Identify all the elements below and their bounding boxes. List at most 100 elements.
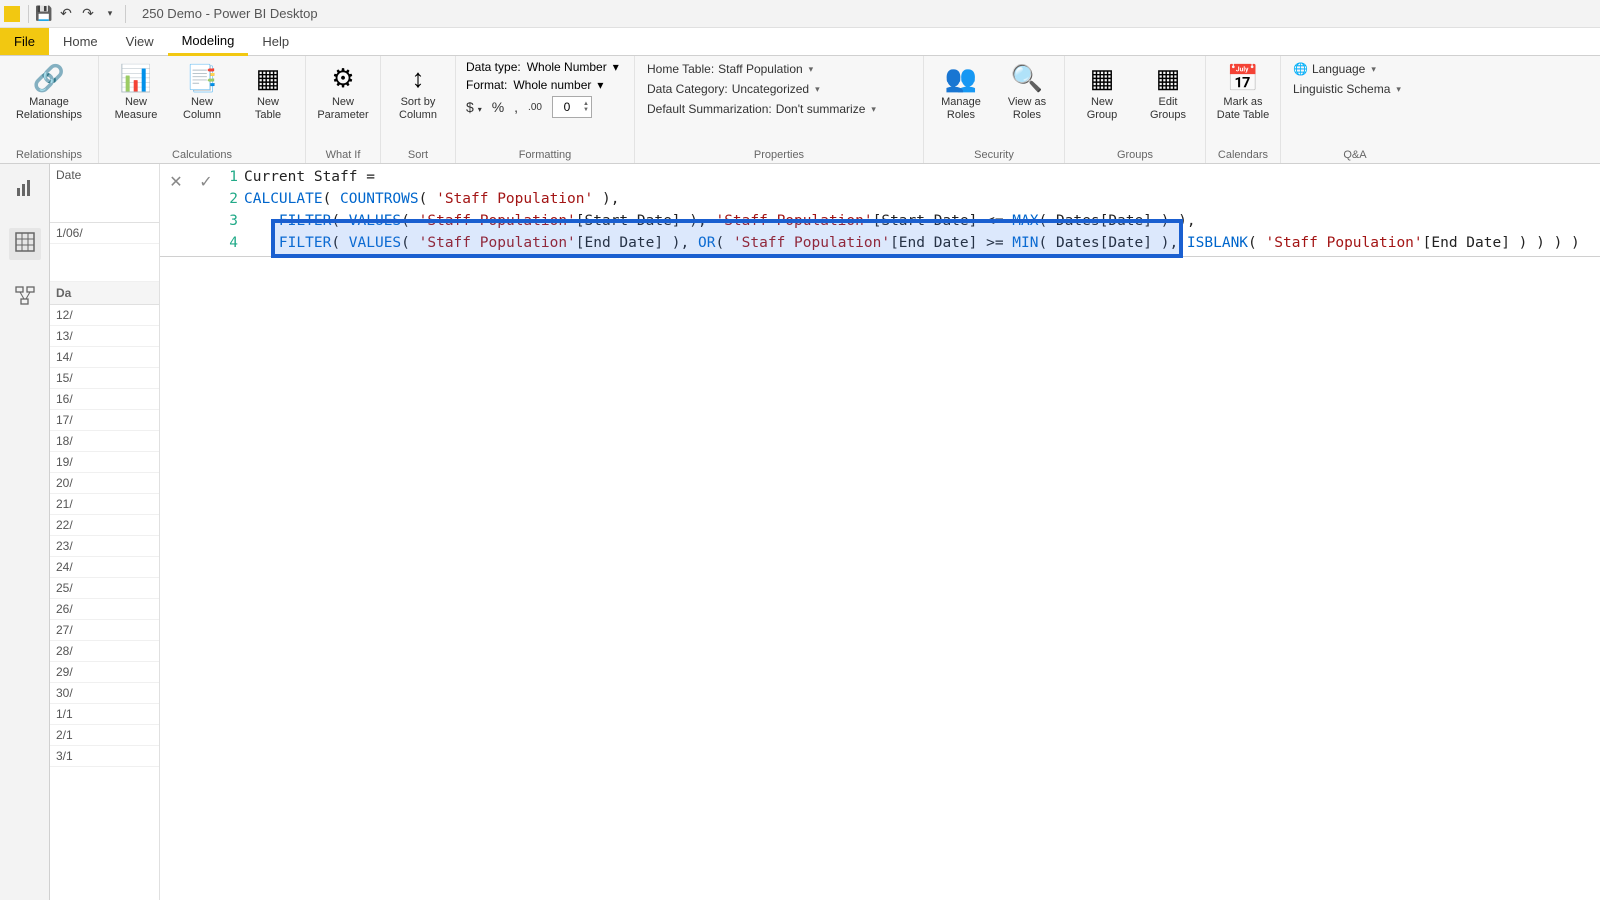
data-view-button[interactable]	[9, 228, 41, 260]
new-measure-button[interactable]: 📊 New Measure	[103, 58, 169, 121]
new-column-button[interactable]: 📑 New Column	[169, 58, 235, 121]
group-label: Relationships	[4, 147, 94, 163]
line-number: 1	[222, 166, 244, 188]
report-view-button[interactable]	[9, 174, 41, 206]
view-as-roles-button[interactable]: 🔍 View as Roles	[994, 58, 1060, 121]
dax-editor[interactable]: 1Current Staff =2CALCULATE( COUNTROWS( '…	[222, 164, 1600, 256]
globe-icon: 🌐	[1293, 62, 1308, 76]
model-view-button[interactable]	[9, 282, 41, 314]
content-area: Date 1/06/ Da 12/13/14/15/16/17/18/19/20…	[50, 164, 1600, 900]
relationships-icon: 🔗	[33, 62, 65, 94]
separator	[28, 5, 29, 23]
percent-button[interactable]: %	[492, 99, 504, 115]
table-row[interactable]: 21/	[50, 494, 159, 515]
manage-relationships-button[interactable]: 🔗 Manage Relationships	[4, 58, 94, 121]
group-formatting: Data type: Whole Number ▾ Format: Whole …	[456, 56, 635, 163]
new-group-button[interactable]: ▦ New Group	[1069, 58, 1135, 121]
new-group-icon: ▦	[1086, 62, 1118, 94]
table-row[interactable]: 29/	[50, 662, 159, 683]
stepper-arrows-icon[interactable]: ▲▼	[581, 101, 591, 113]
table-row[interactable]: 20/	[50, 473, 159, 494]
decimal-places-input[interactable]	[553, 100, 581, 114]
default-summarization-dropdown[interactable]: Default Summarization: Don't summarize ▾	[647, 102, 911, 116]
sort-by-column-button[interactable]: ↕ Sort by Column	[385, 58, 451, 121]
chevron-down-icon: ▾	[809, 64, 814, 75]
chart-icon	[15, 178, 35, 203]
group-label: Properties	[639, 147, 919, 163]
tab-modeling[interactable]: Modeling	[168, 28, 249, 56]
table-row[interactable]: 18/	[50, 431, 159, 452]
undo-icon[interactable]: ↶	[55, 3, 77, 25]
code-line[interactable]: CALCULATE( COUNTROWS( 'Staff Population'…	[244, 188, 1600, 210]
window-title: 250 Demo - Power BI Desktop	[142, 6, 318, 21]
code-line[interactable]: Current Staff =	[244, 166, 1600, 188]
cancel-formula-button[interactable]: ✕	[164, 170, 188, 194]
table-row[interactable]: 2/1	[50, 725, 159, 746]
group-groups: ▦ New Group ▦ Edit Groups Groups	[1065, 56, 1206, 163]
data-category-dropdown[interactable]: Data Category: Uncategorized ▾	[647, 82, 911, 96]
datatype-dropdown[interactable]: Data type: Whole Number ▾	[466, 60, 624, 74]
data-grid-peek: Date 1/06/ Da 12/13/14/15/16/17/18/19/20…	[50, 164, 160, 900]
linguistic-schema-dropdown[interactable]: Linguistic Schema ▾	[1293, 82, 1417, 96]
tab-home[interactable]: Home	[49, 28, 112, 55]
mark-as-date-table-button[interactable]: 📅 Mark as Date Table	[1210, 58, 1276, 121]
group-label: Calendars	[1210, 147, 1276, 163]
manage-roles-button[interactable]: 👥 Manage Roles	[928, 58, 994, 121]
table-row[interactable]: 16/	[50, 389, 159, 410]
group-label: Q&A	[1285, 147, 1425, 163]
edit-groups-button[interactable]: ▦ Edit Groups	[1135, 58, 1201, 121]
group-label: Formatting	[460, 147, 630, 163]
table-row[interactable]: 30/	[50, 683, 159, 704]
parameter-icon: ⚙	[327, 62, 359, 94]
table-row[interactable]: 13/	[50, 326, 159, 347]
table-row[interactable]: 24/	[50, 557, 159, 578]
table-row[interactable]: 12/	[50, 305, 159, 326]
redo-icon[interactable]: ↷	[77, 3, 99, 25]
table-row[interactable]: 19/	[50, 452, 159, 473]
group-label: Sort	[385, 147, 451, 163]
currency-button[interactable]: $ ▾	[466, 99, 482, 115]
group-label: What If	[310, 147, 376, 163]
save-icon[interactable]: 💾	[33, 3, 55, 25]
table-row[interactable]: 28/	[50, 641, 159, 662]
table-icon: ▦	[252, 62, 284, 94]
code-line[interactable]: FILTER( VALUES( 'Staff Population'[End D…	[244, 232, 1600, 254]
group-label: Calculations	[103, 147, 301, 163]
view-rail	[0, 164, 50, 900]
table-row[interactable]: 17/	[50, 410, 159, 431]
qat-dropdown-icon[interactable]: ▾	[99, 3, 121, 25]
thousands-button[interactable]: ,	[514, 99, 518, 115]
column-header[interactable]: Da	[50, 282, 159, 305]
grid-icon	[15, 232, 35, 257]
tab-view[interactable]: View	[112, 28, 168, 55]
table-row[interactable]: 26/	[50, 599, 159, 620]
commit-formula-button[interactable]: ✓	[194, 170, 218, 194]
tab-help[interactable]: Help	[248, 28, 303, 55]
column-name-label: Date	[50, 164, 159, 186]
tab-file[interactable]: File	[0, 28, 49, 55]
table-row[interactable]: 27/	[50, 620, 159, 641]
table-row[interactable]: 1/1	[50, 704, 159, 725]
home-table-dropdown[interactable]: Home Table: Staff Population ▾	[647, 62, 911, 76]
decimal-places-stepper[interactable]: ▲▼	[552, 96, 592, 118]
ribbon-panel: 🔗 Manage Relationships Relationships 📊 N…	[0, 56, 1600, 164]
table-row[interactable]: 15/	[50, 368, 159, 389]
line-number: 4	[222, 232, 244, 254]
line-number: 2	[222, 188, 244, 210]
group-relationships: 🔗 Manage Relationships Relationships	[0, 56, 99, 163]
table-row[interactable]: 3/1	[50, 746, 159, 767]
language-dropdown[interactable]: 🌐 Language ▾	[1293, 62, 1417, 76]
chevron-down-icon: ▾	[1396, 84, 1401, 95]
sort-icon: ↕	[402, 62, 434, 94]
format-dropdown[interactable]: Format: Whole number ▾	[466, 78, 624, 92]
table-row[interactable]: 23/	[50, 536, 159, 557]
new-parameter-button[interactable]: ⚙ New Parameter	[310, 58, 376, 121]
new-table-button[interactable]: ▦ New Table	[235, 58, 301, 121]
cell-value[interactable]: 1/06/	[50, 222, 159, 244]
table-row[interactable]: 25/	[50, 578, 159, 599]
table-row[interactable]: 22/	[50, 515, 159, 536]
main-area: Date 1/06/ Da 12/13/14/15/16/17/18/19/20…	[0, 164, 1600, 900]
table-row[interactable]: 14/	[50, 347, 159, 368]
code-line[interactable]: FILTER( VALUES( 'Staff Population'[Start…	[244, 210, 1600, 232]
group-label: Security	[928, 147, 1060, 163]
